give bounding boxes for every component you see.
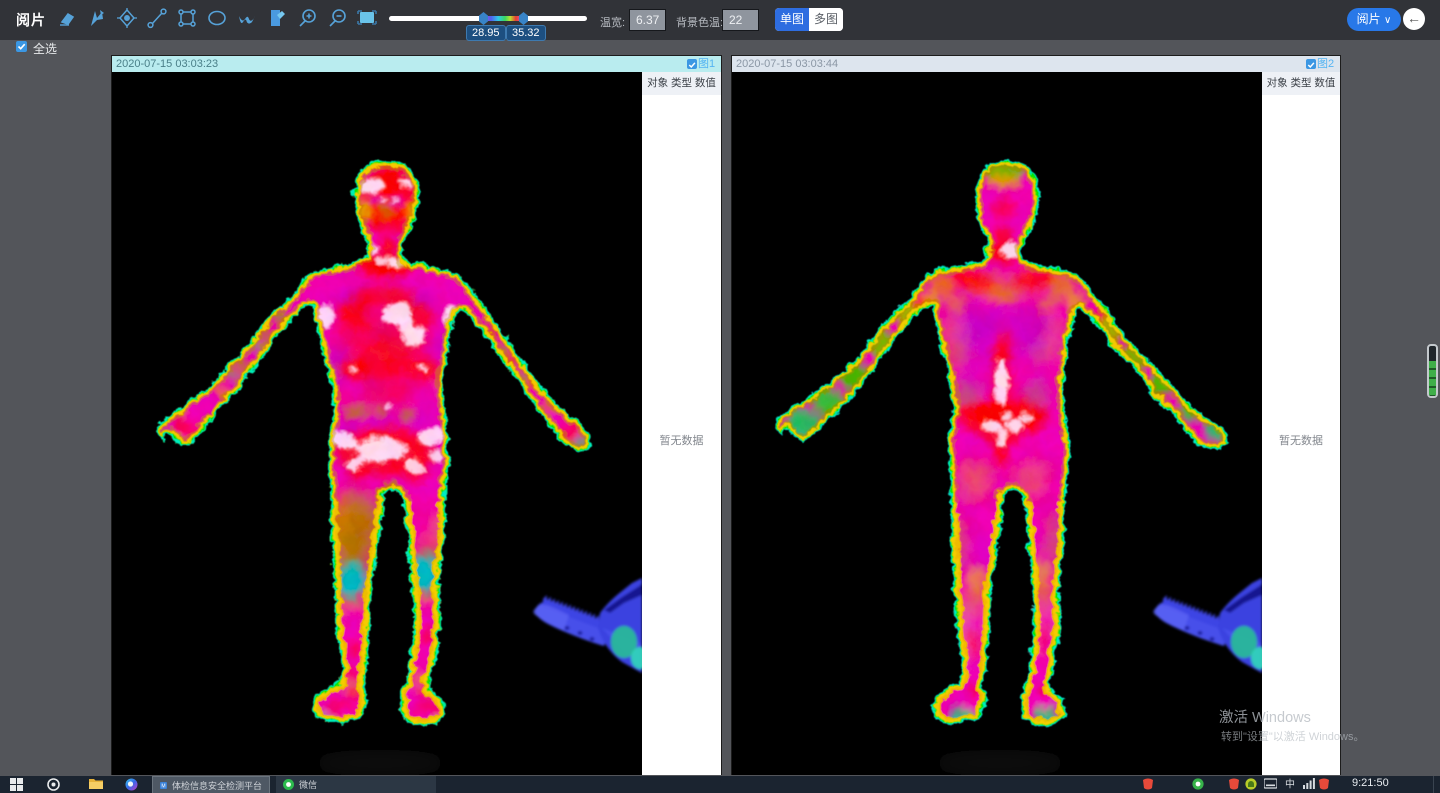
svg-text:M: M — [161, 783, 165, 789]
svg-text:中: 中 — [1285, 778, 1295, 789]
